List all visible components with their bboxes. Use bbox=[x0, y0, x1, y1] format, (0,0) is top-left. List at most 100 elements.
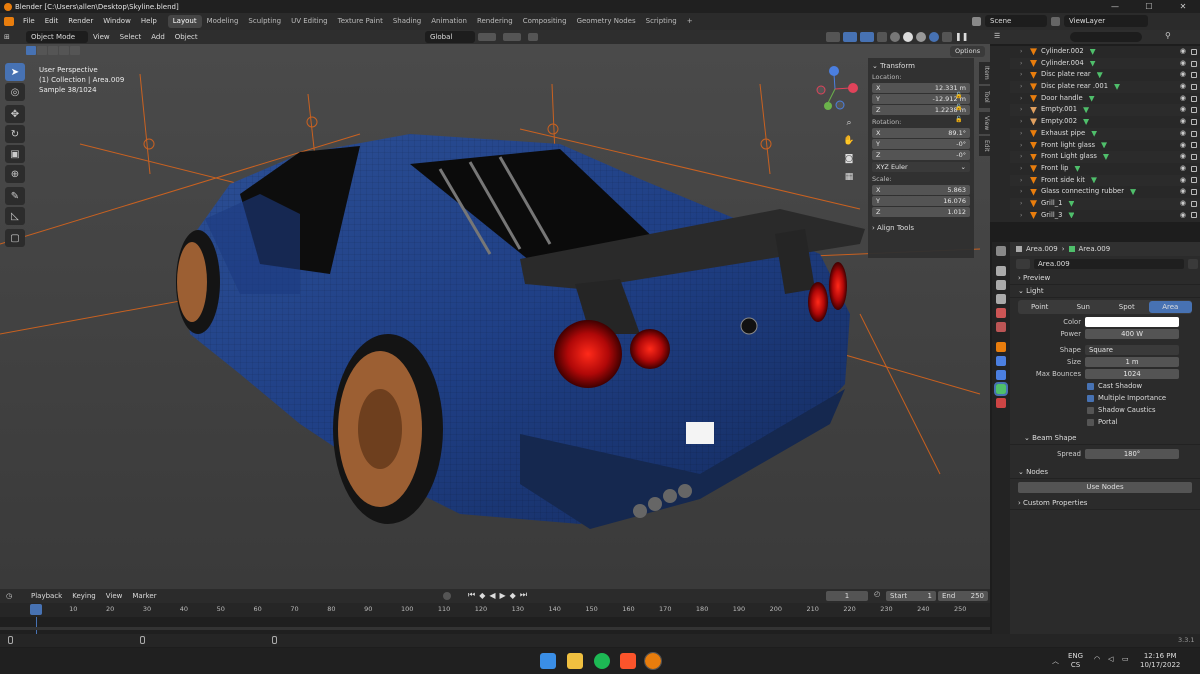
workspace-tab-uv-editing[interactable]: UV Editing bbox=[286, 15, 333, 28]
multiple-importance-row[interactable]: Multiple Importance bbox=[1010, 392, 1200, 404]
xray-toggle-icon[interactable] bbox=[877, 32, 887, 42]
constraints-properties-tab-icon[interactable] bbox=[996, 370, 1006, 380]
expand-arrow-icon[interactable]: › bbox=[1020, 104, 1022, 116]
next-keyframe-icon[interactable]: ◆ bbox=[510, 591, 516, 600]
physics-properties-tab-icon[interactable] bbox=[996, 356, 1006, 366]
record-icon[interactable] bbox=[443, 592, 451, 600]
render-camera-icon[interactable] bbox=[1191, 154, 1197, 161]
visibility-eye-icon[interactable]: ◉ bbox=[1180, 58, 1186, 70]
visibility-eye-icon[interactable]: ◉ bbox=[1180, 93, 1186, 105]
blender-menu-icon[interactable] bbox=[4, 17, 14, 26]
outliner-item[interactable]: › Grill_3 ◉ bbox=[1010, 210, 1200, 222]
close-button[interactable]: ✕ bbox=[1166, 0, 1200, 13]
outliner-item[interactable]: › Front side kit ◉ bbox=[1010, 174, 1200, 187]
rotation-z-field[interactable]: Z -0° bbox=[872, 150, 970, 160]
menu-render[interactable]: Render bbox=[63, 13, 98, 30]
transform-orientation-selector[interactable]: Global bbox=[425, 31, 475, 43]
render-camera-icon[interactable] bbox=[1191, 200, 1197, 207]
add-workspace-button[interactable]: + bbox=[682, 15, 698, 28]
menu-file[interactable]: File bbox=[18, 13, 40, 30]
use-nodes-button[interactable]: Use Nodes bbox=[1018, 482, 1192, 493]
expand-arrow-icon[interactable]: › bbox=[1020, 81, 1022, 93]
portal-checkbox[interactable] bbox=[1087, 418, 1094, 426]
expand-arrow-icon[interactable]: › bbox=[1020, 116, 1022, 128]
gizmo-toggle-icon[interactable] bbox=[843, 32, 857, 42]
add-cube-tool[interactable]: ▢ bbox=[5, 229, 25, 247]
minimize-button[interactable]: — bbox=[1098, 0, 1132, 13]
datablock-name-field[interactable]: Area.009 bbox=[1034, 259, 1184, 269]
playhead[interactable] bbox=[30, 604, 42, 615]
outliner-item[interactable]: › Disc plate rear ◉ bbox=[1010, 69, 1200, 81]
render-camera-icon[interactable] bbox=[1191, 72, 1197, 79]
options-button[interactable]: Options bbox=[950, 46, 986, 57]
brave-browser-icon[interactable] bbox=[620, 653, 636, 669]
workspace-tab-sculpting[interactable]: Sculpting bbox=[243, 15, 286, 28]
render-camera-icon[interactable] bbox=[1191, 130, 1197, 137]
rotate-tool[interactable]: ↻ bbox=[5, 125, 25, 143]
start-frame-field[interactable]: Start 1 bbox=[886, 591, 936, 601]
timeline-menu-keying[interactable]: Keying bbox=[67, 592, 101, 600]
visibility-eye-icon[interactable]: ◉ bbox=[1180, 140, 1186, 152]
expand-arrow-icon[interactable]: › bbox=[1020, 93, 1022, 105]
world-properties-tab-icon[interactable] bbox=[996, 322, 1006, 332]
portal-row[interactable]: Portal bbox=[1010, 416, 1200, 428]
expand-arrow-icon[interactable]: › bbox=[1020, 175, 1022, 187]
timeline-menu-view[interactable]: View bbox=[101, 592, 128, 600]
maximize-button[interactable]: ☐ bbox=[1132, 0, 1166, 13]
render-camera-icon[interactable] bbox=[1191, 48, 1197, 55]
visibility-eye-icon[interactable]: ◉ bbox=[1180, 81, 1186, 93]
sidebar-tab-edit[interactable]: Edit bbox=[979, 136, 990, 156]
light-browse-icon[interactable] bbox=[1016, 259, 1030, 269]
outliner-item[interactable]: › Glass connecting rubber ◉ bbox=[1010, 186, 1200, 198]
pivot-point-icon[interactable] bbox=[478, 33, 496, 41]
color-swatch[interactable] bbox=[1085, 317, 1179, 327]
beam-shape-header[interactable]: ⌄ Beam Shape bbox=[1010, 432, 1200, 445]
workspace-tab-texture-paint[interactable]: Texture Paint bbox=[333, 15, 388, 28]
visibility-eye-icon[interactable]: ◉ bbox=[1180, 175, 1186, 187]
visibility-eye-icon[interactable]: ◉ bbox=[1180, 104, 1186, 116]
jump-start-icon[interactable]: ⏮ bbox=[468, 590, 475, 600]
visibility-eye-icon[interactable]: ◉ bbox=[1180, 69, 1186, 81]
outliner-item[interactable]: › Door handle ◉ bbox=[1010, 93, 1200, 105]
visibility-eye-icon[interactable]: ◉ bbox=[1180, 186, 1186, 198]
shading-solid-icon[interactable] bbox=[903, 32, 913, 42]
render-camera-icon[interactable] bbox=[1191, 189, 1197, 196]
timeline-scrollbar[interactable] bbox=[0, 627, 990, 630]
light-type-spot[interactable]: Spot bbox=[1105, 303, 1149, 311]
shading-material-icon[interactable] bbox=[916, 32, 926, 42]
scale-z-field[interactable]: Z 1.012 bbox=[872, 207, 970, 217]
sidebar-tab-tool[interactable]: Tool bbox=[979, 86, 990, 108]
outliner-item[interactable]: › Front lip ◉ bbox=[1010, 163, 1200, 175]
outliner-item[interactable]: › Empty.001 ◉ bbox=[1010, 104, 1200, 117]
outliner-item[interactable]: › Cylinder.004 ◉ bbox=[1010, 57, 1200, 70]
shading-rendered-icon[interactable] bbox=[929, 32, 939, 42]
workspace-tab-layout[interactable]: Layout bbox=[167, 15, 202, 28]
light-type-point[interactable]: Point bbox=[1018, 303, 1062, 311]
multiple-importance-checkbox[interactable] bbox=[1087, 394, 1094, 402]
preview-panel-header[interactable]: › Preview bbox=[1010, 272, 1200, 285]
shading-wireframe-icon[interactable] bbox=[890, 32, 900, 42]
visibility-eye-icon[interactable]: ◉ bbox=[1180, 128, 1186, 140]
camera-view-icon[interactable]: ◙ bbox=[842, 150, 856, 168]
shadow-caustics-row[interactable]: Shadow Caustics bbox=[1010, 404, 1200, 416]
sidebar-tab-view[interactable]: View bbox=[979, 112, 990, 134]
visibility-eye-icon[interactable]: ◉ bbox=[1180, 163, 1186, 175]
outliner-editor-icon[interactable]: ☰ bbox=[994, 32, 1000, 40]
volume-icon[interactable]: ◁ bbox=[1108, 655, 1113, 663]
expand-arrow-icon[interactable]: › bbox=[1020, 186, 1022, 198]
render-camera-icon[interactable] bbox=[1191, 95, 1197, 102]
current-frame-field[interactable]: 1 bbox=[826, 591, 868, 601]
select-new-icon[interactable] bbox=[26, 46, 36, 55]
expand-arrow-icon[interactable]: › bbox=[1020, 151, 1022, 163]
align-tools-header[interactable]: › Align Tools bbox=[872, 223, 970, 234]
custom-properties-header[interactable]: › Custom Properties bbox=[1010, 497, 1200, 510]
play-reverse-icon[interactable]: ◀ bbox=[489, 591, 495, 600]
select-intersect-icon[interactable] bbox=[70, 46, 80, 55]
output-properties-tab-icon[interactable] bbox=[996, 280, 1006, 290]
new-scene-icon[interactable] bbox=[1051, 16, 1060, 26]
expand-arrow-icon[interactable]: › bbox=[1020, 140, 1022, 152]
expand-arrow-icon[interactable]: › bbox=[1020, 128, 1022, 140]
scale-y-field[interactable]: Y 16.076 bbox=[872, 196, 970, 206]
timeline-menu-marker[interactable]: Marker bbox=[127, 592, 161, 600]
editor-type-icon[interactable]: ⊞ bbox=[4, 33, 18, 41]
